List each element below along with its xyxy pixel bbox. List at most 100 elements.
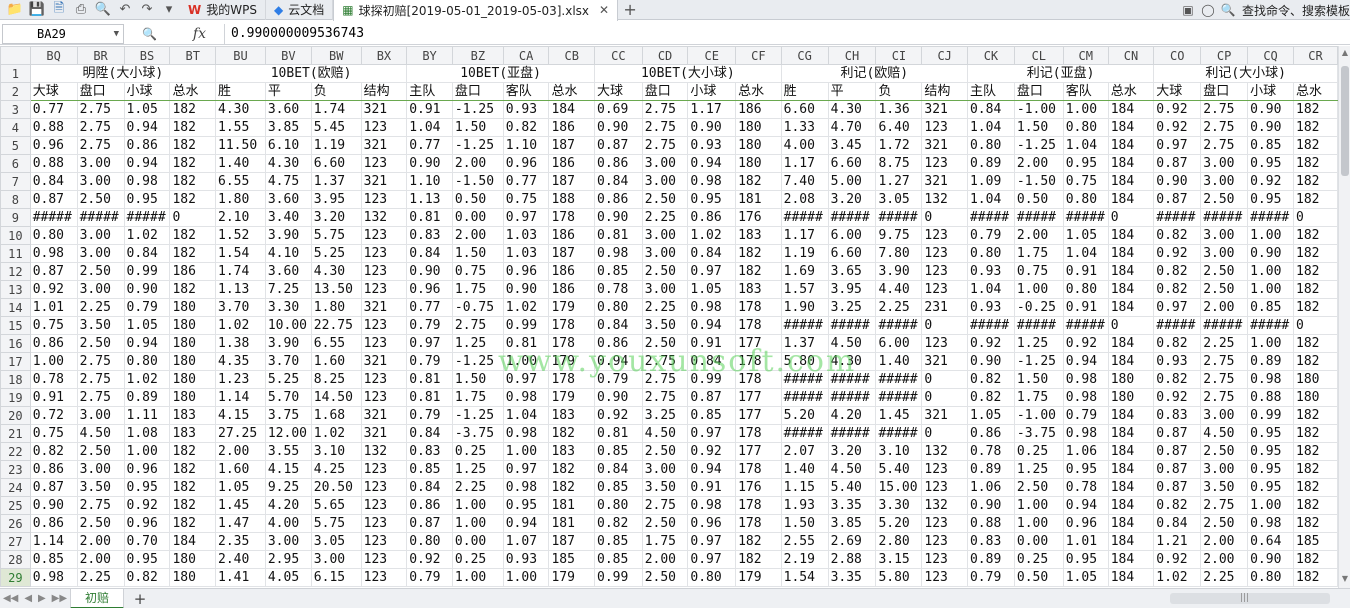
cell-cb13[interactable]: 186 (548, 280, 596, 299)
cell-cd27[interactable]: 1.75 (641, 532, 689, 551)
cell-bu12[interactable]: 1.74 (215, 262, 266, 281)
cell-ca13[interactable]: 0.90 (502, 280, 550, 299)
cell-bx25[interactable]: 123 (360, 496, 408, 515)
cell-cc4[interactable]: 0.90 (594, 118, 643, 137)
cell-bq28[interactable]: 0.85 (29, 550, 78, 569)
cell-cf12[interactable]: 182 (735, 262, 782, 281)
cell-bq3[interactable]: 0.77 (29, 100, 78, 119)
cell-cj28[interactable]: 123 (921, 550, 968, 569)
cell-cn8[interactable]: 184 (1107, 190, 1155, 209)
cell-ci5[interactable]: 1.72 (875, 136, 923, 155)
cell-cg10[interactable]: 1.17 (780, 226, 829, 245)
cell-bu6[interactable]: 1.40 (215, 154, 266, 173)
cell-cp8[interactable]: 2.50 (1200, 190, 1249, 209)
cell-cl7[interactable]: -1.50 (1013, 172, 1064, 191)
cell-ce7[interactable]: 0.98 (687, 172, 737, 191)
cell-co9[interactable]: ##### (1153, 208, 1202, 227)
row-header-29[interactable]: 29 (0, 568, 31, 587)
cell-cn15[interactable]: 0 (1107, 316, 1155, 335)
cell-bt11[interactable]: 182 (169, 244, 217, 263)
cell-cj29[interactable]: 123 (921, 568, 968, 587)
cell-bq26[interactable]: 0.86 (29, 514, 78, 533)
customize-dropdown-icon[interactable]: ▾ (158, 0, 180, 20)
cell-cq13[interactable]: 1.00 (1247, 280, 1295, 299)
cell-bs11[interactable]: 0.84 (123, 244, 171, 263)
cell-cp25[interactable]: 2.75 (1200, 496, 1249, 515)
tab-xlsx-file[interactable]: ▦ 球探初赔[2019-05-01_2019-05-03].xlsx ✕ (333, 0, 619, 21)
cell-cc27[interactable]: 0.85 (594, 532, 643, 551)
cell-ck15[interactable]: ##### (966, 316, 1015, 335)
cell-cp17[interactable]: 2.75 (1200, 352, 1249, 371)
cell-bx26[interactable]: 123 (360, 514, 408, 533)
cell-ch21[interactable]: ##### (827, 424, 877, 443)
cell-cj13[interactable]: 123 (921, 280, 968, 299)
cell-cl24[interactable]: 2.50 (1013, 478, 1064, 497)
row-header-27[interactable]: 27 (0, 532, 31, 551)
column-header-ca[interactable]: CA (502, 46, 550, 65)
cell-cj14[interactable]: 231 (921, 298, 968, 317)
cell-cj3[interactable]: 321 (921, 100, 968, 119)
cell-bz17[interactable]: -1.25 (451, 352, 504, 371)
cell-cd29[interactable]: 2.50 (641, 568, 689, 587)
sub-header-cell[interactable]: 小球 (123, 82, 171, 101)
cell-ch6[interactable]: 6.60 (827, 154, 877, 173)
cell-br15[interactable]: 3.50 (76, 316, 125, 335)
cell-cc21[interactable]: 0.81 (594, 424, 643, 443)
cell-ci21[interactable]: ##### (875, 424, 923, 443)
search-command-box[interactable]: 查找命令、搜索模板 (1242, 2, 1350, 19)
cell-cg5[interactable]: 4.00 (780, 136, 829, 155)
cell-cg22[interactable]: 2.07 (780, 442, 829, 461)
cell-cg20[interactable]: 5.20 (780, 406, 829, 425)
cell-cn9[interactable]: 0 (1107, 208, 1155, 227)
cell-cd19[interactable]: 2.75 (641, 388, 689, 407)
cell-bu7[interactable]: 6.55 (215, 172, 266, 191)
cell-bu4[interactable]: 1.55 (215, 118, 266, 137)
cell-co24[interactable]: 0.87 (1153, 478, 1202, 497)
row-header-11[interactable]: 11 (0, 244, 31, 263)
cell-cl25[interactable]: 1.00 (1013, 496, 1064, 515)
cell-bw25[interactable]: 5.65 (310, 496, 362, 515)
sub-header-cell[interactable]: 胜 (780, 82, 829, 101)
cell-bw14[interactable]: 1.80 (310, 298, 362, 317)
restore-icon[interactable]: ▣ (1178, 3, 1198, 17)
cell-bq23[interactable]: 0.86 (29, 460, 78, 479)
cell-bz3[interactable]: -1.25 (451, 100, 504, 119)
cell-bs28[interactable]: 0.95 (123, 550, 171, 569)
cell-ck6[interactable]: 0.89 (966, 154, 1015, 173)
cell-co22[interactable]: 0.87 (1153, 442, 1202, 461)
cell-bw4[interactable]: 5.45 (310, 118, 362, 137)
cell-cl20[interactable]: -1.00 (1013, 406, 1064, 425)
cell-bv20[interactable]: 3.75 (264, 406, 312, 425)
cell-ci20[interactable]: 1.45 (875, 406, 923, 425)
cell-bx29[interactable]: 123 (360, 568, 408, 587)
cell-ch17[interactable]: 4.30 (827, 352, 877, 371)
cell-bt27[interactable]: 184 (169, 532, 217, 551)
cell-bu14[interactable]: 3.70 (215, 298, 266, 317)
cell-ca6[interactable]: 0.96 (502, 154, 550, 173)
column-header-cq[interactable]: CQ (1247, 46, 1295, 65)
cell-ch7[interactable]: 5.00 (827, 172, 877, 191)
cell-cp4[interactable]: 2.75 (1200, 118, 1249, 137)
cell-bx5[interactable]: 321 (360, 136, 408, 155)
cell-cj10[interactable]: 123 (921, 226, 968, 245)
cell-bw12[interactable]: 4.30 (310, 262, 362, 281)
cell-cj27[interactable]: 123 (921, 532, 968, 551)
cell-cl16[interactable]: 1.25 (1013, 334, 1064, 353)
cell-bs10[interactable]: 1.02 (123, 226, 171, 245)
cell-cf13[interactable]: 183 (735, 280, 782, 299)
cell-ck5[interactable]: 0.80 (966, 136, 1015, 155)
cell-bw13[interactable]: 13.50 (310, 280, 362, 299)
cell-cb28[interactable]: 185 (548, 550, 596, 569)
cell-bs20[interactable]: 1.11 (123, 406, 171, 425)
cell-cn14[interactable]: 184 (1107, 298, 1155, 317)
cell-cd12[interactable]: 2.50 (641, 262, 689, 281)
sub-header-cell[interactable]: 盘口 (641, 82, 689, 101)
cell-bq16[interactable]: 0.86 (29, 334, 78, 353)
cell-cp16[interactable]: 2.25 (1200, 334, 1249, 353)
chevron-down-icon[interactable]: ▼ (114, 29, 119, 39)
cell-bu19[interactable]: 1.14 (215, 388, 266, 407)
cell-cc20[interactable]: 0.92 (594, 406, 643, 425)
cell-ck19[interactable]: 0.82 (966, 388, 1015, 407)
cell-bv18[interactable]: 5.25 (264, 370, 312, 389)
row-header-26[interactable]: 26 (0, 514, 31, 533)
